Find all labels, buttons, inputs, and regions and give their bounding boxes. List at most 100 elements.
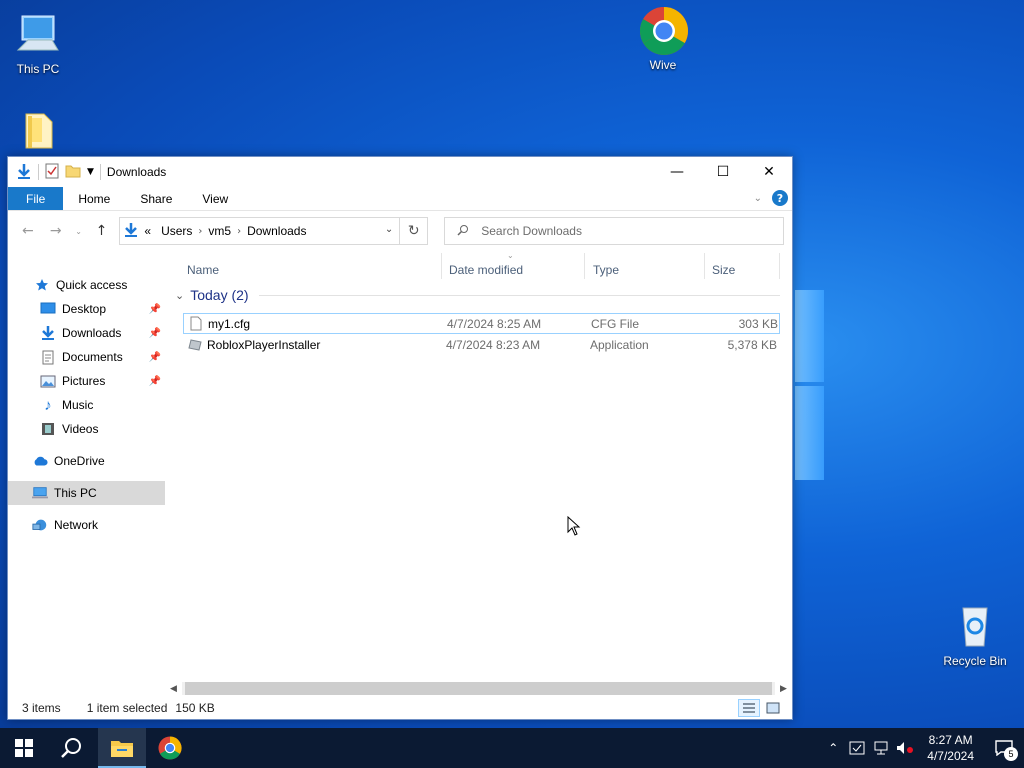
sidebar-item-music[interactable]: ♪ Music bbox=[8, 393, 165, 417]
column-headers: Name Date modified ⌄ Type Size bbox=[165, 251, 792, 281]
file-list: Name Date modified ⌄ Type Size ⌄ Today (… bbox=[165, 251, 792, 697]
sidebar-item-desktop[interactable]: Desktop 📌 bbox=[8, 297, 165, 321]
properties-icon[interactable] bbox=[45, 163, 59, 182]
sidebar-item-onedrive[interactable]: OneDrive bbox=[8, 449, 165, 473]
group-header[interactable]: ⌄ Today (2) bbox=[175, 287, 780, 303]
network-icon[interactable] bbox=[869, 728, 893, 768]
sidebar-item-this-pc[interactable]: This PC bbox=[8, 481, 165, 505]
minimize-button[interactable]: — bbox=[654, 157, 700, 187]
details-view-button[interactable] bbox=[738, 699, 760, 717]
scroll-left-arrow-icon[interactable]: ◀ bbox=[165, 684, 182, 694]
desktop-icon-wive[interactable]: Wive bbox=[625, 6, 701, 72]
desktop-icon-this-pc[interactable]: This PC bbox=[0, 10, 76, 76]
tab-file[interactable]: File bbox=[8, 187, 64, 210]
title-bar[interactable]: ▼ Downloads — ☐ ✕ bbox=[8, 157, 792, 187]
breadcrumb-overflow[interactable]: « bbox=[144, 224, 151, 238]
recent-locations-button[interactable]: ⌄ bbox=[72, 219, 86, 243]
close-button[interactable]: ✕ bbox=[746, 157, 792, 187]
chevron-right-icon[interactable]: › bbox=[198, 226, 202, 237]
tab-view[interactable]: View bbox=[187, 187, 243, 210]
chevron-right-icon[interactable]: › bbox=[237, 226, 241, 237]
breadcrumb-downloads[interactable]: Downloads bbox=[247, 224, 306, 238]
file-row-roblox-installer[interactable]: RobloxPlayerInstaller 4/7/2024 8:23 AM A… bbox=[183, 335, 780, 356]
show-hidden-icons-button[interactable]: ⌃ bbox=[821, 728, 845, 768]
quick-access-toolbar: ▼ bbox=[8, 163, 101, 182]
file-type: Application bbox=[590, 338, 649, 352]
column-header-date-modified[interactable]: Date modified bbox=[443, 259, 583, 281]
start-button[interactable] bbox=[0, 728, 48, 768]
chevron-down-icon[interactable]: ▼ bbox=[87, 167, 94, 177]
computer-icon bbox=[14, 10, 62, 58]
download-arrow-icon bbox=[40, 325, 56, 341]
tab-share[interactable]: Share bbox=[125, 187, 187, 210]
sidebar-item-network[interactable]: Network bbox=[8, 513, 165, 537]
taskbar-chrome[interactable] bbox=[146, 728, 194, 768]
file-row-my1-cfg[interactable]: my1.cfg 4/7/2024 8:25 AM CFG File 303 KB bbox=[183, 313, 780, 334]
chevron-down-icon: ⌄ bbox=[175, 289, 185, 302]
search-box[interactable]: Search Downloads bbox=[444, 217, 784, 245]
sidebar-item-quick-access[interactable]: Quick access bbox=[8, 273, 165, 297]
desktop-icon-label: Recycle Bin bbox=[943, 654, 1007, 668]
tab-home[interactable]: Home bbox=[63, 187, 125, 210]
file-size: 5,378 KB bbox=[727, 338, 777, 352]
window-title: Downloads bbox=[106, 165, 167, 179]
sidebar-item-pictures[interactable]: Pictures 📌 bbox=[8, 369, 165, 393]
pin-icon: 📌 bbox=[148, 351, 161, 363]
scrollbar-thumb[interactable] bbox=[185, 682, 772, 695]
back-button[interactable]: ← bbox=[16, 219, 40, 243]
pin-icon: 📌 bbox=[148, 327, 161, 339]
action-center-button[interactable]: 5 bbox=[984, 728, 1024, 768]
clock[interactable]: 8:27 AM 4/7/2024 bbox=[917, 732, 984, 764]
file-size: 303 KB bbox=[738, 317, 778, 331]
pin-icon: 📌 bbox=[148, 303, 161, 315]
breadcrumb-vm5[interactable]: vm5 bbox=[208, 224, 231, 238]
search-placeholder: Search Downloads bbox=[481, 224, 582, 238]
file-explorer-window: ▼ Downloads — ☐ ✕ File Home Share View ⌄… bbox=[7, 156, 793, 720]
security-icon[interactable] bbox=[845, 728, 869, 768]
taskbar-file-explorer[interactable] bbox=[98, 728, 146, 768]
forward-button[interactable]: → bbox=[44, 219, 68, 243]
up-button[interactable]: ↑ bbox=[90, 219, 114, 243]
status-item-count: 3 items bbox=[22, 701, 61, 715]
navigation-pane: Quick access Desktop 📌 Downloads 📌 Docum… bbox=[8, 251, 165, 697]
desktop-icon-folder[interactable] bbox=[0, 108, 76, 160]
taskbar: ⌃ 8:27 AM 4/7/2024 5 bbox=[0, 728, 1024, 768]
mouse-cursor-icon bbox=[567, 515, 581, 539]
file-type: CFG File bbox=[591, 317, 639, 331]
scroll-right-arrow-icon[interactable]: ▶ bbox=[775, 684, 792, 694]
breadcrumb-users[interactable]: Users bbox=[161, 224, 192, 238]
new-folder-icon[interactable] bbox=[65, 163, 81, 182]
recycle-bin-icon bbox=[951, 602, 999, 650]
navigation-bar: ← → ⌄ ↑ « Users › vm5 › Downloads ⌄ ↻ Se… bbox=[8, 211, 792, 251]
column-header-size[interactable]: Size bbox=[706, 259, 776, 281]
sidebar-item-documents[interactable]: Documents 📌 bbox=[8, 345, 165, 369]
maximize-button[interactable]: ☐ bbox=[700, 157, 746, 187]
file-name: my1.cfg bbox=[208, 317, 251, 331]
refresh-button[interactable]: ↻ bbox=[399, 218, 427, 244]
address-bar[interactable]: « Users › vm5 › Downloads ⌄ ↻ bbox=[119, 217, 429, 245]
desktop-icon-recycle-bin[interactable]: Recycle Bin bbox=[937, 602, 1013, 668]
help-icon[interactable]: ? bbox=[772, 190, 788, 206]
file-date: 4/7/2024 8:23 AM bbox=[446, 338, 541, 352]
search-button[interactable] bbox=[48, 728, 96, 768]
horizontal-scrollbar[interactable]: ◀ ▶ bbox=[165, 680, 792, 697]
sidebar-item-videos[interactable]: Videos bbox=[8, 417, 165, 441]
file-date: 4/7/2024 8:25 AM bbox=[447, 317, 542, 331]
desktop-icon bbox=[40, 301, 56, 317]
star-icon bbox=[34, 277, 50, 293]
column-header-type[interactable]: Type bbox=[587, 259, 703, 281]
chevron-down-icon[interactable]: ⌄ bbox=[385, 224, 393, 235]
volume-muted-icon[interactable] bbox=[893, 728, 917, 768]
desktop-wallpaper-logo bbox=[795, 290, 824, 480]
column-header-name[interactable]: Name bbox=[181, 259, 439, 281]
chrome-icon bbox=[158, 736, 182, 760]
sort-chevron-icon: ⌄ bbox=[507, 251, 514, 260]
file-name: RobloxPlayerInstaller bbox=[207, 338, 321, 352]
large-icons-view-button[interactable] bbox=[762, 699, 784, 717]
documents-icon bbox=[40, 349, 56, 365]
search-icon bbox=[61, 738, 81, 758]
windows-logo-icon bbox=[15, 739, 33, 757]
sidebar-item-downloads[interactable]: Downloads 📌 bbox=[8, 321, 165, 345]
status-selected-count: 1 item selected bbox=[86, 701, 168, 715]
expand-ribbon-icon[interactable]: ⌄ bbox=[754, 193, 762, 204]
